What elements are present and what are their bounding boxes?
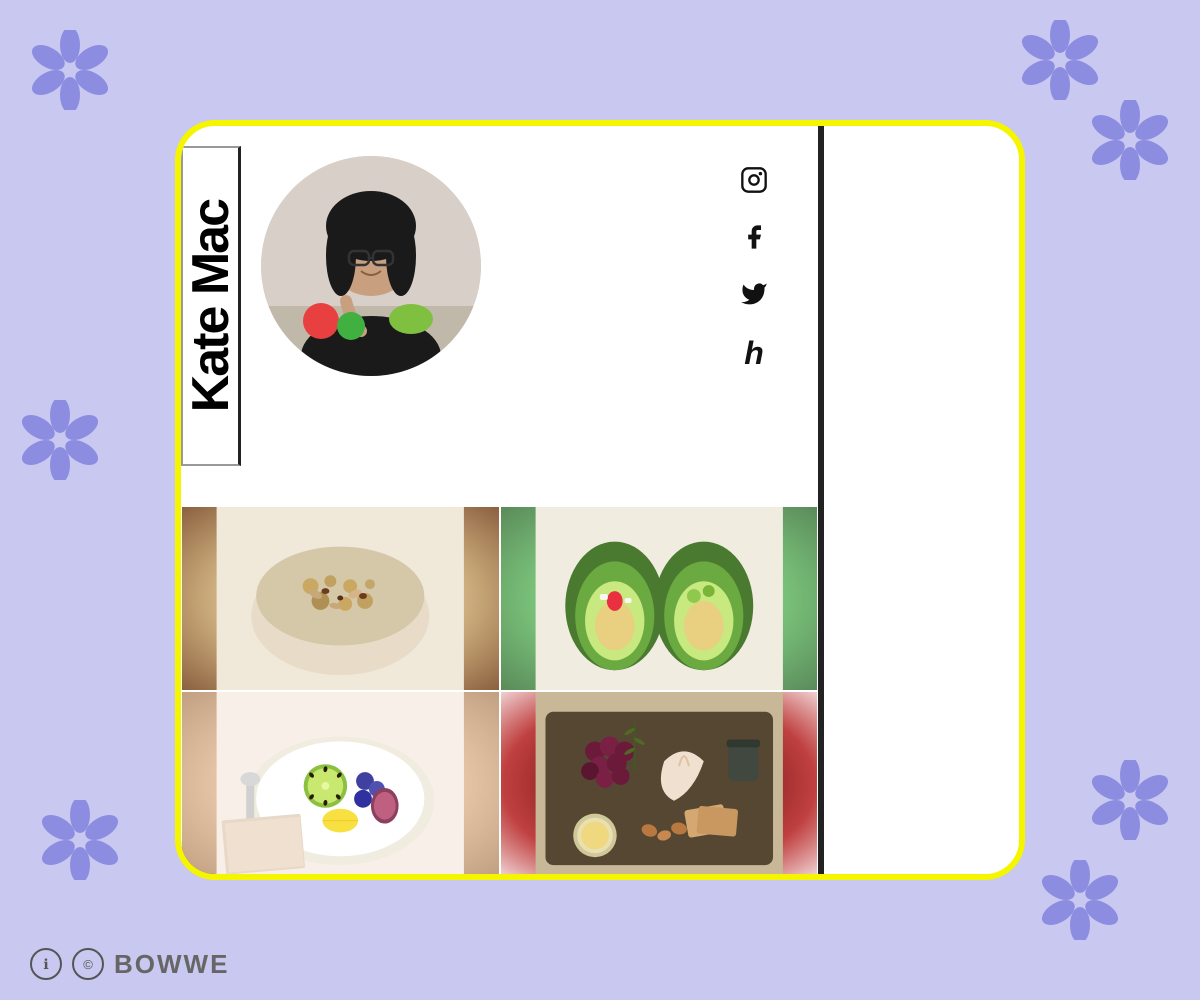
cc-symbol: © <box>83 957 93 972</box>
hashtag-icon[interactable]: h <box>744 337 764 369</box>
flower-decoration-br2 <box>1090 760 1170 840</box>
avocado-bowl-svg <box>501 507 818 690</box>
charcuterie-svg <box>501 692 818 875</box>
bowwe-logo: BOWWE <box>114 949 229 980</box>
card-inner: Kate Mac <box>181 126 1019 874</box>
flower-decoration-tr1 <box>1020 20 1100 100</box>
flower-decoration-tr2 <box>1090 100 1170 180</box>
bowwe-brand-text: BOWWE <box>114 949 229 980</box>
profile-name-vertical: Kate Mac <box>185 200 237 412</box>
food-image-2[interactable] <box>500 506 819 691</box>
left-column: Kate Mac <box>181 126 821 876</box>
food-image-4[interactable] <box>500 691 819 876</box>
right-column <box>821 126 1019 876</box>
flower-decoration-bl <box>40 800 120 880</box>
main-card: Kate Mac <box>175 120 1025 880</box>
food-image-1[interactable] <box>181 506 500 691</box>
social-icons-list: h <box>740 146 798 369</box>
vertical-divider <box>821 126 824 874</box>
fruit-bowl-svg <box>182 692 499 875</box>
vertical-name-wrapper: Kate Mac <box>181 146 241 466</box>
facebook-icon[interactable] <box>740 223 768 256</box>
profile-area: Kate Mac <box>181 126 818 506</box>
image-grid <box>181 506 818 876</box>
info-icon-circle: ℹ <box>30 948 62 980</box>
cc-icon-circle: © <box>72 948 104 980</box>
instagram-icon[interactable] <box>740 166 768 199</box>
flower-decoration-ml <box>20 400 100 480</box>
flower-decoration-br1 <box>1040 860 1120 940</box>
flower-decoration-tl <box>30 30 110 110</box>
granola-bowl-svg <box>182 507 499 690</box>
food-image-3[interactable] <box>181 691 500 876</box>
footer: ℹ © BOWWE <box>30 948 229 980</box>
profile-image <box>261 156 481 376</box>
profile-photo-svg <box>261 156 481 376</box>
twitter-icon[interactable] <box>740 280 768 313</box>
info-symbol: ℹ <box>43 956 48 973</box>
